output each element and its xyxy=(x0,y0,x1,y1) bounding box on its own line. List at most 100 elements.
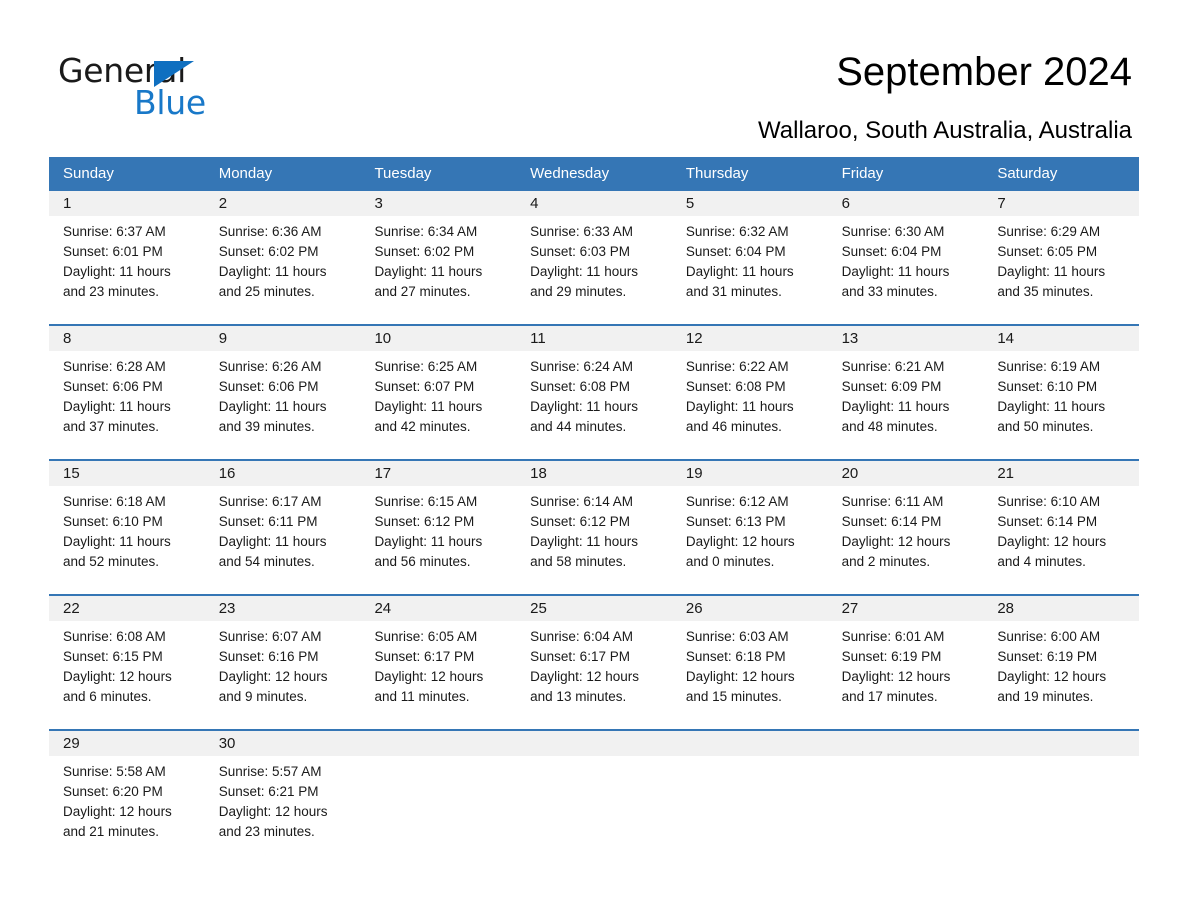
sunset-text: Sunset: 6:14 PM xyxy=(841,514,942,529)
calendar-day-cell[interactable]: 26 Sunrise: 6:03 AM Sunset: 6:18 PM Dayligh… xyxy=(671,596,828,716)
calendar-day-cell[interactable]: 6 Sunrise: 6:30 AM Sunset: 6:04 PM Daylight… xyxy=(827,191,984,311)
calendar-day-cell[interactable]: 21 Sunrise: 6:10 AM Sunset: 6:14 PM Dayligh… xyxy=(983,461,1140,581)
calendar-day-cell[interactable]: 8 Sunrise: 6:28 AM Sunset: 6:06 PM Daylight… xyxy=(49,326,205,446)
sunrise-text: Sunrise: 6:21 AM xyxy=(841,359,945,374)
calendar-day-cell[interactable]: 17 Sunrise: 6:15 AM Sunset: 6:12 PM Dayligh… xyxy=(360,461,517,581)
weekday-sunday: Sunday xyxy=(63,165,114,182)
calendar-day-cell[interactable]: 27 Sunrise: 6:01 AM Sunset: 6:19 PM Dayligh… xyxy=(827,596,984,716)
generalblue-logo[interactable]: General Blue xyxy=(58,52,248,124)
daylight-text-line2: and 11 minutes. xyxy=(374,689,470,704)
calendar-day-cell[interactable]: 16 Sunrise: 6:17 AM Sunset: 6:11 PM Dayligh… xyxy=(204,461,361,581)
daylight-text-line1: Daylight: 11 hours xyxy=(218,399,327,414)
daylight-text-line1: Daylight: 11 hours xyxy=(374,264,483,279)
day-details: Sunrise: 6:37 AM Sunset: 6:01 PM Daylight:… xyxy=(49,216,205,302)
day-number: 2 xyxy=(204,191,361,216)
calendar-day-cell[interactable]: 5 Sunrise: 6:32 AM Sunset: 6:04 PM Daylight… xyxy=(671,191,828,311)
calendar-day-cell-empty xyxy=(827,731,984,851)
day-number xyxy=(827,731,984,756)
daylight-text-line2: and 13 minutes. xyxy=(530,689,627,704)
day-number: 4 xyxy=(516,191,672,216)
sunset-text: Sunset: 6:13 PM xyxy=(685,514,786,529)
calendar-week-row: 8 Sunrise: 6:28 AM Sunset: 6:06 PM Daylight… xyxy=(49,324,1140,446)
daylight-text-line2: and 44 minutes. xyxy=(530,419,627,434)
day-details: Sunrise: 6:12 AM Sunset: 6:13 PM Daylight:… xyxy=(672,486,828,572)
calendar-week-row: 22 Sunrise: 6:08 AM Sunset: 6:15 PM Dayligh… xyxy=(49,594,1140,716)
calendar-day-cell[interactable]: 23 Sunrise: 6:07 AM Sunset: 6:16 PM Dayligh… xyxy=(204,596,361,716)
daylight-text-line1: Daylight: 12 hours xyxy=(374,669,484,684)
daylight-text-line2: and 0 minutes. xyxy=(685,554,775,569)
sunset-text: Sunset: 6:06 PM xyxy=(218,379,319,394)
sunrise-text: Sunrise: 6:28 AM xyxy=(63,359,166,374)
daylight-text-line1: Daylight: 11 hours xyxy=(63,399,171,414)
weekday-wednesday: Wednesday xyxy=(530,165,610,182)
weekday-monday: Monday xyxy=(218,165,273,182)
sunrise-text: Sunrise: 6:25 AM xyxy=(374,359,478,374)
sunset-text: Sunset: 6:12 PM xyxy=(530,514,630,529)
calendar-day-cell[interactable]: 3 Sunrise: 6:34 AM Sunset: 6:02 PM Daylight… xyxy=(360,191,517,311)
daylight-text-line2: and 46 minutes. xyxy=(685,419,782,434)
day-details: Sunrise: 6:07 AM Sunset: 6:16 PM Daylight:… xyxy=(205,621,361,707)
sunrise-text: Sunrise: 6:37 AM xyxy=(63,224,166,239)
day-details: Sunrise: 6:28 AM Sunset: 6:06 PM Daylight:… xyxy=(49,351,205,437)
calendar-day-cell[interactable]: 20 Sunrise: 6:11 AM Sunset: 6:14 PM Dayligh… xyxy=(827,461,984,581)
calendar-day-cell[interactable]: 29 Sunrise: 5:58 AM Sunset: 6:20 PM Dayligh… xyxy=(49,731,205,851)
calendar-day-cell[interactable]: 19 Sunrise: 6:12 AM Sunset: 6:13 PM Dayligh… xyxy=(671,461,828,581)
daylight-text-line1: Daylight: 11 hours xyxy=(218,534,327,549)
daylight-text-line1: Daylight: 12 hours xyxy=(63,804,172,819)
calendar-day-cell[interactable]: 9 Sunrise: 6:26 AM Sunset: 6:06 PM Daylight… xyxy=(204,326,361,446)
sunrise-text: Sunrise: 6:03 AM xyxy=(685,629,789,644)
day-number: 5 xyxy=(671,191,828,216)
sunset-text: Sunset: 6:04 PM xyxy=(685,244,786,259)
calendar-day-cell[interactable]: 22 Sunrise: 6:08 AM Sunset: 6:15 PM Dayligh… xyxy=(49,596,205,716)
sunset-text: Sunset: 6:17 PM xyxy=(530,649,630,664)
day-details xyxy=(516,756,672,762)
calendar-day-cell[interactable]: 13 Sunrise: 6:21 AM Sunset: 6:09 PM Dayligh… xyxy=(827,326,984,446)
daylight-text-line2: and 50 minutes. xyxy=(997,419,1094,434)
calendar-day-cell[interactable]: 7 Sunrise: 6:29 AM Sunset: 6:05 PM Daylight… xyxy=(983,191,1140,311)
sunrise-text: Sunrise: 6:22 AM xyxy=(685,359,789,374)
day-number: 27 xyxy=(827,596,984,621)
day-details: Sunrise: 6:19 AM Sunset: 6:10 PM Daylight:… xyxy=(983,351,1139,437)
daylight-text-line2: and 35 minutes. xyxy=(997,284,1094,299)
day-number: 22 xyxy=(49,596,205,621)
sunset-text: Sunset: 6:10 PM xyxy=(63,514,163,529)
calendar-day-cell-empty xyxy=(360,731,517,851)
daylight-text-line1: Daylight: 11 hours xyxy=(530,264,638,279)
day-details: Sunrise: 6:29 AM Sunset: 6:05 PM Daylight:… xyxy=(983,216,1139,302)
calendar-day-cell[interactable]: 4 Sunrise: 6:33 AM Sunset: 6:03 PM Daylight… xyxy=(516,191,672,311)
calendar-day-cell[interactable]: 18 Sunrise: 6:14 AM Sunset: 6:12 PM Dayligh… xyxy=(516,461,672,581)
calendar-week-row: 1 Sunrise: 6:37 AM Sunset: 6:01 PM Daylight… xyxy=(49,191,1140,311)
daylight-text-line2: and 23 minutes. xyxy=(63,284,160,299)
logo-text-blue: Blue xyxy=(134,83,206,122)
day-details: Sunrise: 6:32 AM Sunset: 6:04 PM Daylight:… xyxy=(672,216,828,302)
daylight-text-line2: and 42 minutes. xyxy=(374,419,471,434)
day-details: Sunrise: 5:57 AM Sunset: 6:21 PM Daylight:… xyxy=(205,756,361,842)
calendar-day-cell[interactable]: 12 Sunrise: 6:22 AM Sunset: 6:08 PM Dayligh… xyxy=(671,326,828,446)
daylight-text-line1: Daylight: 11 hours xyxy=(63,264,171,279)
daylight-text-line1: Daylight: 12 hours xyxy=(841,669,951,684)
page-title: September 2024 xyxy=(836,50,1132,94)
calendar-day-cell[interactable]: 14 Sunrise: 6:19 AM Sunset: 6:10 PM Dayligh… xyxy=(983,326,1140,446)
calendar-day-cell[interactable]: 10 Sunrise: 6:25 AM Sunset: 6:07 PM Dayligh… xyxy=(360,326,517,446)
day-number: 1 xyxy=(49,191,205,216)
day-number: 20 xyxy=(827,461,984,486)
day-number: 24 xyxy=(360,596,517,621)
calendar-day-cell[interactable]: 1 Sunrise: 6:37 AM Sunset: 6:01 PM Daylight… xyxy=(49,191,205,311)
day-details: Sunrise: 6:00 AM Sunset: 6:19 PM Daylight:… xyxy=(983,621,1139,707)
calendar-day-cell[interactable]: 24 Sunrise: 6:05 AM Sunset: 6:17 PM Dayligh… xyxy=(360,596,517,716)
day-details: Sunrise: 6:34 AM Sunset: 6:02 PM Daylight:… xyxy=(360,216,516,302)
sunrise-text: Sunrise: 6:11 AM xyxy=(841,494,944,509)
daylight-text-line1: Daylight: 11 hours xyxy=(530,534,638,549)
day-details: Sunrise: 6:15 AM Sunset: 6:12 PM Daylight:… xyxy=(360,486,516,572)
sunset-text: Sunset: 6:10 PM xyxy=(997,379,1098,394)
calendar-day-cell[interactable]: 30 Sunrise: 5:57 AM Sunset: 6:21 PM Dayligh… xyxy=(204,731,361,851)
calendar-day-cell[interactable]: 25 Sunrise: 6:04 AM Sunset: 6:17 PM Dayligh… xyxy=(516,596,672,716)
calendar-day-cell[interactable]: 2 Sunrise: 6:36 AM Sunset: 6:02 PM Daylight… xyxy=(204,191,361,311)
sunrise-text: Sunrise: 6:34 AM xyxy=(374,224,478,239)
daylight-text-line2: and 4 minutes. xyxy=(997,554,1086,569)
daylight-text-line1: Daylight: 12 hours xyxy=(218,669,328,684)
day-details: Sunrise: 6:08 AM Sunset: 6:15 PM Daylight:… xyxy=(49,621,205,707)
calendar-day-cell[interactable]: 15 Sunrise: 6:18 AM Sunset: 6:10 PM Dayligh… xyxy=(49,461,205,581)
calendar-day-cell[interactable]: 28 Sunrise: 6:00 AM Sunset: 6:19 PM Dayligh… xyxy=(983,596,1140,716)
calendar-day-cell[interactable]: 11 Sunrise: 6:24 AM Sunset: 6:08 PM Dayligh… xyxy=(516,326,672,446)
